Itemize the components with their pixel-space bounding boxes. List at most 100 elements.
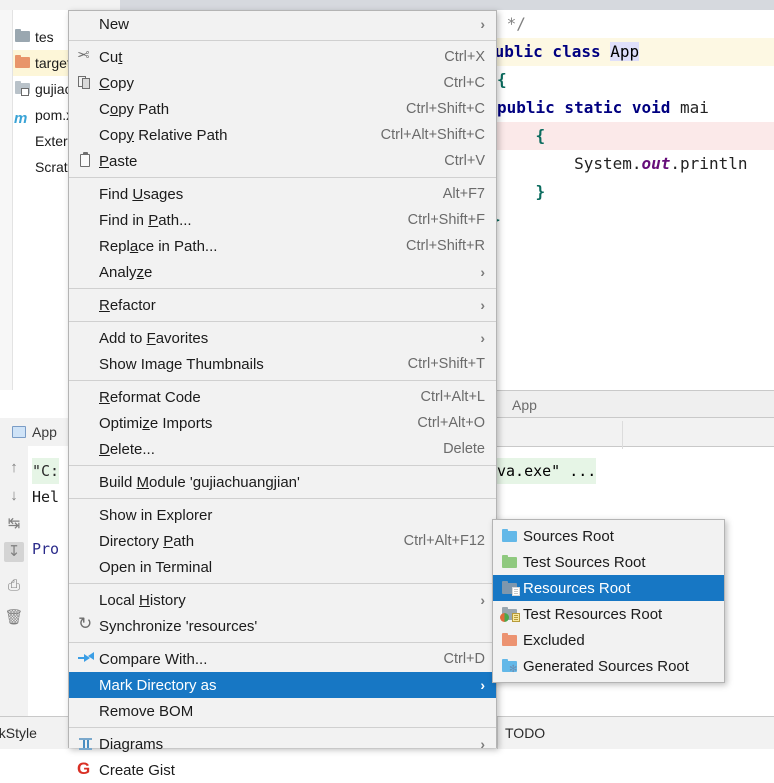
menu-separator — [69, 40, 496, 41]
mark-directory-as-submenu[interactable]: Sources Root Test Sources Root Resources R… — [492, 519, 725, 683]
menu-item-shortcut: Delete — [443, 441, 485, 457]
resources-badge-icon — [512, 613, 520, 622]
generated-gear-icon: ✻ — [509, 664, 518, 675]
menu-item-label: Remove BOM — [99, 702, 194, 720]
menu-separator — [69, 498, 496, 499]
tree-item-label: gujiac — [35, 81, 68, 97]
menu-separator — [69, 583, 496, 584]
submenu-item-generated-sources-root[interactable]: ✻ Generated Sources Root — [493, 653, 724, 679]
editor-line[interactable]: { — [497, 122, 546, 150]
editor-line[interactable]: } — [497, 178, 546, 206]
menu-item-label: Delete... — [99, 440, 155, 458]
menu-item-compare-with[interactable]: Compare With... Ctrl+D — [69, 646, 496, 672]
menu-item-label: Refactor — [99, 296, 156, 314]
menu-item-find-usages[interactable]: Find Usages Alt+F7 — [69, 181, 496, 207]
menu-item-label: Paste — [99, 152, 138, 170]
diagram-icon — [77, 736, 95, 752]
menu-item-show-image-thumbnails[interactable]: Show Image Thumbnails Ctrl+Shift+T — [69, 351, 496, 377]
menu-item-delete[interactable]: Delete... Delete — [69, 436, 496, 462]
submenu-item-excluded[interactable]: Excluded — [493, 627, 724, 653]
editor-line[interactable]: System.out.println — [497, 150, 747, 178]
menu-separator — [69, 288, 496, 289]
soft-wrap-icon[interactable]: ↹ — [4, 514, 24, 534]
menu-item-label: Local History — [99, 591, 186, 609]
context-menu[interactable]: New › Cut Ctrl+X Copy Ctrl+C Copy Path Ctrl+Shi… — [68, 10, 497, 779]
menu-item-synchronize-resources[interactable]: Synchronize 'resources' — [69, 613, 496, 639]
module-icon — [14, 81, 32, 97]
submenu-item-test-sources-root[interactable]: Test Sources Root — [493, 549, 724, 575]
menu-item-copy-relative-path[interactable]: Copy Relative Path Ctrl+Alt+Shift+C — [69, 122, 496, 148]
menu-item-shortcut: Ctrl+Shift+C — [406, 101, 485, 117]
submenu-item-test-resources-root[interactable]: Test Resources Root — [493, 601, 724, 627]
menu-separator — [69, 380, 496, 381]
editor-line[interactable]: public class App — [485, 38, 640, 66]
scroll-to-end-icon[interactable]: ↧ — [4, 542, 24, 562]
scissors-icon — [77, 49, 95, 65]
menu-item-copy[interactable]: Copy Ctrl+C — [69, 70, 496, 96]
menu-item-paste[interactable]: Paste Ctrl+V — [69, 148, 496, 174]
menu-item-label: Optimize Imports — [99, 414, 213, 432]
up-arrow-icon[interactable]: ↑ — [4, 458, 24, 478]
chevron-right-icon: › — [480, 330, 485, 346]
menu-item-shortcut: Ctrl+Shift+T — [407, 356, 485, 372]
run-window-toolbar[interactable]: ↑ ↓ ↹ ↧ ⎙ 🗑 — [0, 446, 28, 716]
menu-item-reformat-code[interactable]: Reformat Code Ctrl+Alt+L — [69, 384, 496, 410]
menu-item-replace-in-path[interactable]: Replace in Path... Ctrl+Shift+R — [69, 233, 496, 259]
menu-item-cut[interactable]: Cut Ctrl+X — [69, 44, 496, 70]
code-editor[interactable]: */public class App{public static void ma… — [485, 10, 774, 390]
folder-resources-icon — [501, 580, 520, 596]
library-icon — [14, 133, 32, 149]
editor-line[interactable]: { — [497, 66, 507, 94]
menu-item-label: Create Gist — [99, 761, 175, 779]
terminal-icon — [77, 559, 95, 575]
menu-item-analyze[interactable]: Analyze › — [69, 259, 496, 285]
menu-item-remove-bom[interactable]: Remove BOM — [69, 698, 496, 724]
menu-item-label: Mark Directory as — [99, 676, 217, 694]
menu-item-directory-path[interactable]: Directory Path Ctrl+Alt+F12 — [69, 528, 496, 554]
menu-item-label: Analyze — [99, 263, 153, 281]
editor-line[interactable]: */ — [497, 10, 526, 38]
editor-line[interactable]: public static void mai — [497, 94, 709, 122]
menu-item-shortcut: Alt+F7 — [442, 186, 485, 202]
menu-item-shortcut: Ctrl+X — [444, 49, 485, 65]
tree-item-label: tes — [35, 29, 54, 45]
run-console-output-right: va.exe" ... — [497, 458, 597, 484]
tree-item-label: target — [35, 55, 68, 71]
menu-item-show-in-explorer[interactable]: Show in Explorer — [69, 502, 496, 528]
menu-item-diagrams[interactable]: Diagrams › — [69, 731, 496, 757]
clear-all-icon[interactable]: 🗑 — [4, 608, 24, 628]
menu-item-mark-directory-as[interactable]: Mark Directory as › — [69, 672, 496, 698]
editor-breadcrumb[interactable]: App — [497, 390, 774, 418]
status-todo[interactable]: TODO — [505, 717, 545, 749]
menu-item-open-in-terminal[interactable]: Open in Terminal — [69, 554, 496, 580]
chevron-right-icon: › — [480, 677, 485, 693]
menu-item-label: Find in Path... — [99, 211, 192, 229]
submenu-item-label: Sources Root — [523, 527, 614, 545]
menu-item-refactor[interactable]: Refactor › — [69, 292, 496, 318]
menu-separator — [69, 642, 496, 643]
submenu-item-resources-root[interactable]: Resources Root — [493, 575, 724, 601]
menu-item-optimize-imports[interactable]: Optimize Imports Ctrl+Alt+O — [69, 410, 496, 436]
menu-item-shortcut: Ctrl+Alt+Shift+C — [380, 127, 485, 143]
menu-item-add-to-favorites[interactable]: Add to Favorites › — [69, 325, 496, 351]
menu-item-create-gist[interactable]: Create Gist — [69, 757, 496, 783]
menu-item-label: Find Usages — [99, 185, 184, 203]
chevron-right-icon: › — [480, 297, 485, 313]
run-tab-app[interactable]: App — [12, 418, 57, 446]
status-checkstyle[interactable]: eckStyle — [0, 717, 37, 749]
menu-item-find-in-path[interactable]: Find in Path... Ctrl+Shift+F — [69, 207, 496, 233]
print-icon[interactable]: ⎙ — [4, 576, 24, 596]
menu-item-local-history[interactable]: Local History › — [69, 587, 496, 613]
folder-icon — [14, 29, 32, 45]
run-config-icon — [12, 426, 26, 438]
menu-item-copy-path[interactable]: Copy Path Ctrl+Shift+C — [69, 96, 496, 122]
chevron-right-icon: › — [480, 264, 485, 280]
submenu-item-label: Excluded — [523, 631, 585, 649]
test-marker-icon — [500, 613, 509, 622]
menu-item-build-module-gujiachuangjian[interactable]: Build Module 'gujiachuangjian' — [69, 469, 496, 495]
submenu-item-sources-root[interactable]: Sources Root — [493, 523, 724, 549]
run-console-line: Pro — [32, 540, 60, 558]
down-arrow-icon[interactable]: ↓ — [4, 486, 24, 506]
menu-item-new[interactable]: New › — [69, 11, 496, 37]
menu-item-shortcut: Ctrl+C — [443, 75, 486, 91]
